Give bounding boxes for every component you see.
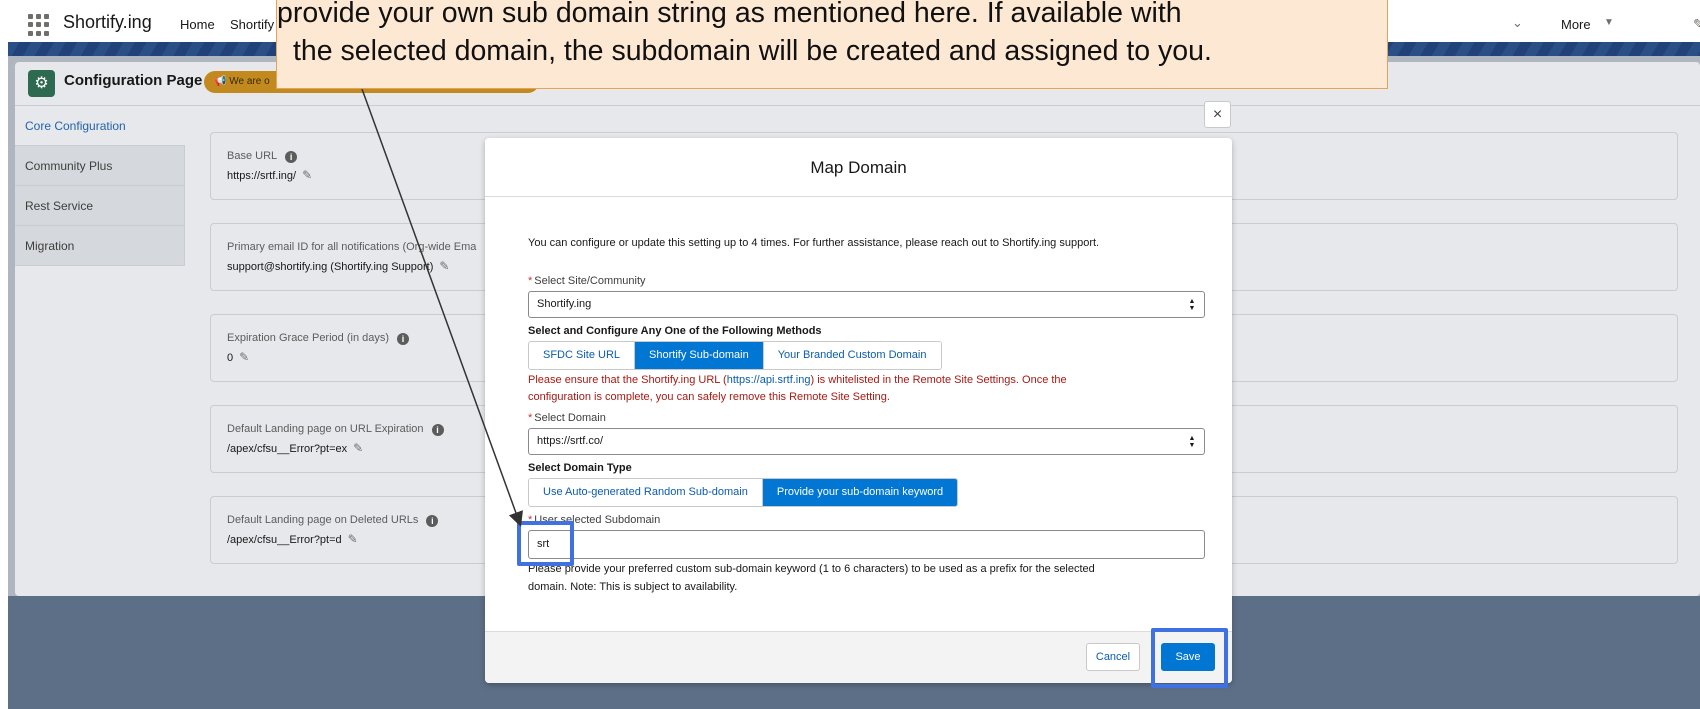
caret-down-icon[interactable]: ▼	[1604, 17, 1614, 28]
cancel-button[interactable]: Cancel	[1086, 643, 1140, 671]
subdomain-help-2: domain. Note: This is subject to availab…	[528, 581, 738, 593]
subdomain-input[interactable]: srt	[528, 530, 1205, 559]
info-icon[interactable]: i	[285, 151, 298, 163]
setting-value: /apex/cfsu__Error?pt=d ✎	[227, 532, 358, 546]
api-url-link[interactable]: https://api.srtf.ing	[727, 374, 811, 386]
setting-value: /apex/cfsu__Error?pt=ex ✎	[227, 441, 364, 455]
domain-select[interactable]: https://srtf.co/ ▲ ▼	[528, 428, 1205, 455]
callout-line-2: the selected domain, the subdomain will …	[293, 35, 1212, 67]
info-icon[interactable]: i	[426, 515, 439, 527]
modal-title: Map Domain	[485, 138, 1232, 197]
nav-item-more[interactable]: More	[1561, 17, 1591, 32]
nav-item-home[interactable]: Home	[180, 17, 215, 32]
callout-line-1: provide your own sub domain string as me…	[277, 0, 1182, 29]
setting-value: 0 ✎	[227, 350, 250, 364]
setting-value: support@shortify.ing (Shortify.ing Suppo…	[227, 259, 450, 273]
setting-label: Base URL i	[227, 150, 298, 163]
methods-label: Select and Configure Any One of the Foll…	[528, 325, 822, 337]
site-label: * Select Site/Community	[528, 275, 646, 287]
pencil-icon[interactable]: ✎	[348, 532, 358, 546]
app-launcher-icon[interactable]	[28, 14, 50, 36]
app-name: Shortify.ing	[63, 12, 152, 32]
save-button-highlight	[1151, 628, 1228, 688]
settings-gear-icon: ⚙	[28, 70, 55, 97]
edit-nav-icon[interactable]: ✎	[1693, 16, 1700, 33]
domain-type-keyword[interactable]: Provide your sub-domain keyword	[762, 479, 958, 506]
instruction-callout: provide your own sub domain string as me…	[276, 0, 1388, 89]
domain-label: * Select Domain	[528, 412, 606, 424]
close-icon: ×	[1212, 106, 1223, 123]
method-branded-custom-domain[interactable]: Your Branded Custom Domain	[763, 342, 941, 369]
pencil-icon[interactable]: ✎	[353, 441, 363, 455]
subdomain-input-highlight	[517, 521, 574, 566]
tab-core-configuration[interactable]: Core Configuration	[15, 106, 185, 146]
select-arrows-icon: ▲ ▼	[1188, 298, 1196, 312]
setting-value: https://srtf.ing/✎	[227, 168, 313, 182]
announcement-text: We are o	[229, 76, 270, 87]
map-domain-modal: Map Domain You can configure or update t…	[485, 138, 1232, 683]
select-arrows-icon: ▲ ▼	[1188, 435, 1196, 449]
subdomain-help-1: Please provide your preferred custom sub…	[528, 563, 1095, 575]
info-icon[interactable]: i	[397, 333, 410, 345]
whitelist-warning: Please ensure that the Shortify.ing URL …	[528, 374, 1067, 403]
setting-label: Primary email ID for all notifications (…	[227, 241, 477, 253]
pencil-icon[interactable]: ✎	[239, 350, 249, 364]
setting-label: Default Landing page on URL Expiration i	[227, 423, 444, 436]
domain-type-button-group: Use Auto-generated Random Sub-domain Pro…	[528, 478, 959, 507]
methods-button-group: SFDC Site URL Shortify Sub-domain Your B…	[528, 341, 942, 370]
method-sfdc-site-url[interactable]: SFDC Site URL	[529, 342, 636, 369]
setting-label: Default Landing page on Deleted URLs i	[227, 514, 439, 527]
page-title: Configuration Page	[64, 72, 203, 89]
tab-community-plus[interactable]: Community Plus	[15, 146, 185, 186]
modal-close-button[interactable]: ×	[1204, 101, 1231, 128]
setting-label: Expiration Grace Period (in days) i	[227, 332, 410, 345]
tab-rest-service[interactable]: Rest Service	[15, 186, 185, 226]
chevron-down-icon[interactable]: ⌄	[1512, 15, 1523, 31]
nav-item-shortify[interactable]: Shortify	[230, 17, 274, 32]
method-shortify-sub-domain[interactable]: Shortify Sub-domain	[635, 342, 764, 369]
domain-type-auto-generated[interactable]: Use Auto-generated Random Sub-domain	[529, 479, 763, 506]
site-select[interactable]: Shortify.ing ▲ ▼	[528, 291, 1205, 318]
domain-type-label: Select Domain Type	[528, 462, 632, 474]
modal-intro-text: You can configure or update this setting…	[528, 237, 1100, 249]
pencil-icon[interactable]: ✎	[439, 259, 449, 273]
pencil-icon[interactable]: ✎	[302, 168, 312, 182]
tab-migration[interactable]: Migration	[15, 226, 185, 266]
info-icon[interactable]: i	[431, 424, 444, 436]
